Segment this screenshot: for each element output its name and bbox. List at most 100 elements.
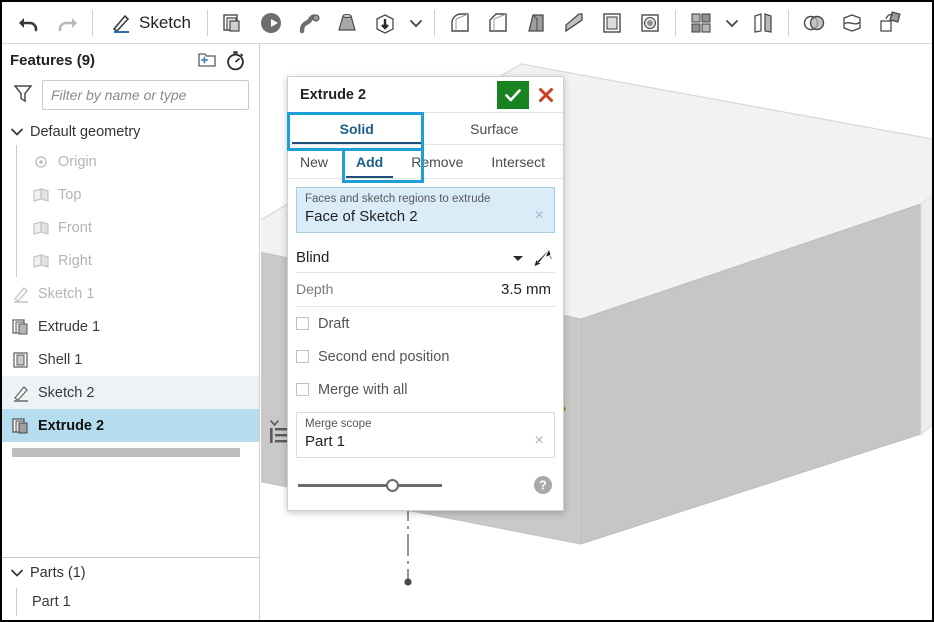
merge-with-all-checkbox[interactable] [296,383,309,396]
rib-button[interactable] [555,4,593,42]
toolbar-divider-4 [674,9,676,36]
features-title: Features (9) [10,51,96,69]
rollback-history-icon[interactable] [221,47,249,73]
chevron-down-icon [410,19,422,27]
depth-field[interactable]: Depth 3.5 mm [296,281,555,307]
thicken-dropdown[interactable] [404,4,428,42]
features-header: Features (9) [2,44,259,76]
chevron-down-icon[interactable] [507,251,529,265]
accept-button[interactable] [497,80,529,109]
tab-surface[interactable]: Surface [426,113,564,144]
tree-item-origin[interactable]: Origin [2,145,259,178]
tree-indent-line [16,244,17,277]
redo-button[interactable] [48,4,86,42]
faces-selection-value-row: Face of Sketch 2 × [305,207,546,225]
extrude-icon [10,316,32,338]
fillet-icon [451,12,469,32]
clear-selection-icon[interactable]: × [533,207,546,225]
shell-button[interactable] [593,4,631,42]
thicken-button[interactable] [366,4,404,42]
depth-value[interactable]: 3.5 mm [370,281,555,298]
merge-with-all-checkbox-row[interactable]: Merge with all [296,373,555,406]
dialog-operation-tabs: New Add Remove Intersect [288,145,563,179]
tree-item-extrude-2[interactable]: Extrude 2 [2,409,259,442]
transform-button[interactable] [871,4,909,42]
toolbar-divider-5 [787,9,789,36]
tree-item-shell-1[interactable]: Shell 1 [2,343,259,376]
tree-item-label: Shell 1 [38,351,83,368]
help-icon[interactable]: ? [533,475,553,495]
loft-button[interactable] [328,4,366,42]
tree-group-default-geometry[interactable]: Default geometry [2,118,259,145]
tab-solid-label: Solid [339,120,374,137]
merge-scope-value-row: Part 1 × [305,432,546,450]
faces-selection-label: Faces and sketch regions to extrude [305,193,491,205]
extrude-icon [10,415,32,437]
cancel-button[interactable] [529,81,563,109]
plane-icon [30,184,52,206]
tree-item-front[interactable]: Front [2,211,259,244]
filter-input[interactable] [42,80,249,110]
draft-checkbox-row[interactable]: Draft [296,307,555,340]
tree-item-sketch-2[interactable]: Sketch 2 [2,376,259,409]
undo-button[interactable] [10,4,48,42]
chevron-down-icon-2 [726,19,738,27]
sweep-icon [299,13,320,33]
second-end-position-checkbox[interactable] [296,350,309,363]
pattern-dropdown[interactable] [720,4,744,42]
tab-remove[interactable]: Remove [397,145,477,178]
opacity-slider[interactable] [298,478,442,492]
thicken-icon [376,13,394,34]
tab-intersect[interactable]: Intersect [477,145,559,178]
sketch-icon [10,382,32,404]
tab-add[interactable]: Add [342,145,397,178]
checkmark-icon [505,88,521,101]
toolbar-divider-1 [92,9,93,36]
hole-button[interactable] [631,4,669,42]
boolean-button[interactable] [795,4,833,42]
flip-direction-icon[interactable] [529,247,555,269]
boolean-icon [803,15,825,30]
sketch-label: Sketch [139,12,191,32]
extrude-button[interactable] [214,4,252,42]
sketch-icon [112,14,130,33]
tree-item-top[interactable]: Top [2,178,259,211]
features-sidebar: Features (9) Filter by name or type Defa… [2,44,260,620]
parts-group-header[interactable]: Parts (1) [2,558,259,588]
clear-merge-scope-icon[interactable]: × [533,432,546,450]
chamfer-button[interactable] [479,4,517,42]
tree-item-label: Sketch 1 [38,285,95,302]
tree-item-label: Top [58,186,82,203]
feature-tree-scrollbar[interactable] [12,448,249,457]
parts-group-label: Parts (1) [30,565,86,581]
merge-scope-field[interactable]: Merge scope Part 1 × [296,412,555,458]
parts-item-part-1[interactable]: Part 1 [2,588,259,616]
second-end-position-label: Second end position [318,348,450,365]
transform-icon [880,10,901,32]
sketch-button[interactable]: Sketch [99,4,201,42]
draft-button[interactable] [517,4,555,42]
fillet-button[interactable] [441,4,479,42]
pattern-button[interactable] [682,4,720,42]
tab-solid[interactable]: Solid [288,113,426,144]
tree-item-right[interactable]: Right [2,244,259,277]
revolve-button[interactable] [252,4,290,42]
faces-selection-field[interactable]: Faces and sketch regions to extrude Face… [296,187,555,233]
scrollbar-thumb[interactable] [12,448,240,457]
add-folder-icon[interactable] [193,47,221,73]
draft-icon [528,13,544,32]
rib-icon [565,12,583,32]
end-condition-dropdown[interactable]: Blind [296,243,555,273]
tree-item-extrude-1[interactable]: Extrude 1 [2,310,259,343]
second-end-position-checkbox-row[interactable]: Second end position [296,340,555,373]
draft-checkbox[interactable] [296,317,309,330]
filter-row [2,76,259,116]
mirror-button[interactable] [744,4,782,42]
tab-new[interactable]: New [288,145,342,178]
sweep-button[interactable] [290,4,328,42]
dialog-title: Extrude 2 [300,86,367,103]
split-button[interactable] [833,4,871,42]
opacity-slider-thumb[interactable] [386,478,399,492]
chamfer-icon [489,12,507,32]
tree-item-sketch-1[interactable]: Sketch 1 [2,277,259,310]
